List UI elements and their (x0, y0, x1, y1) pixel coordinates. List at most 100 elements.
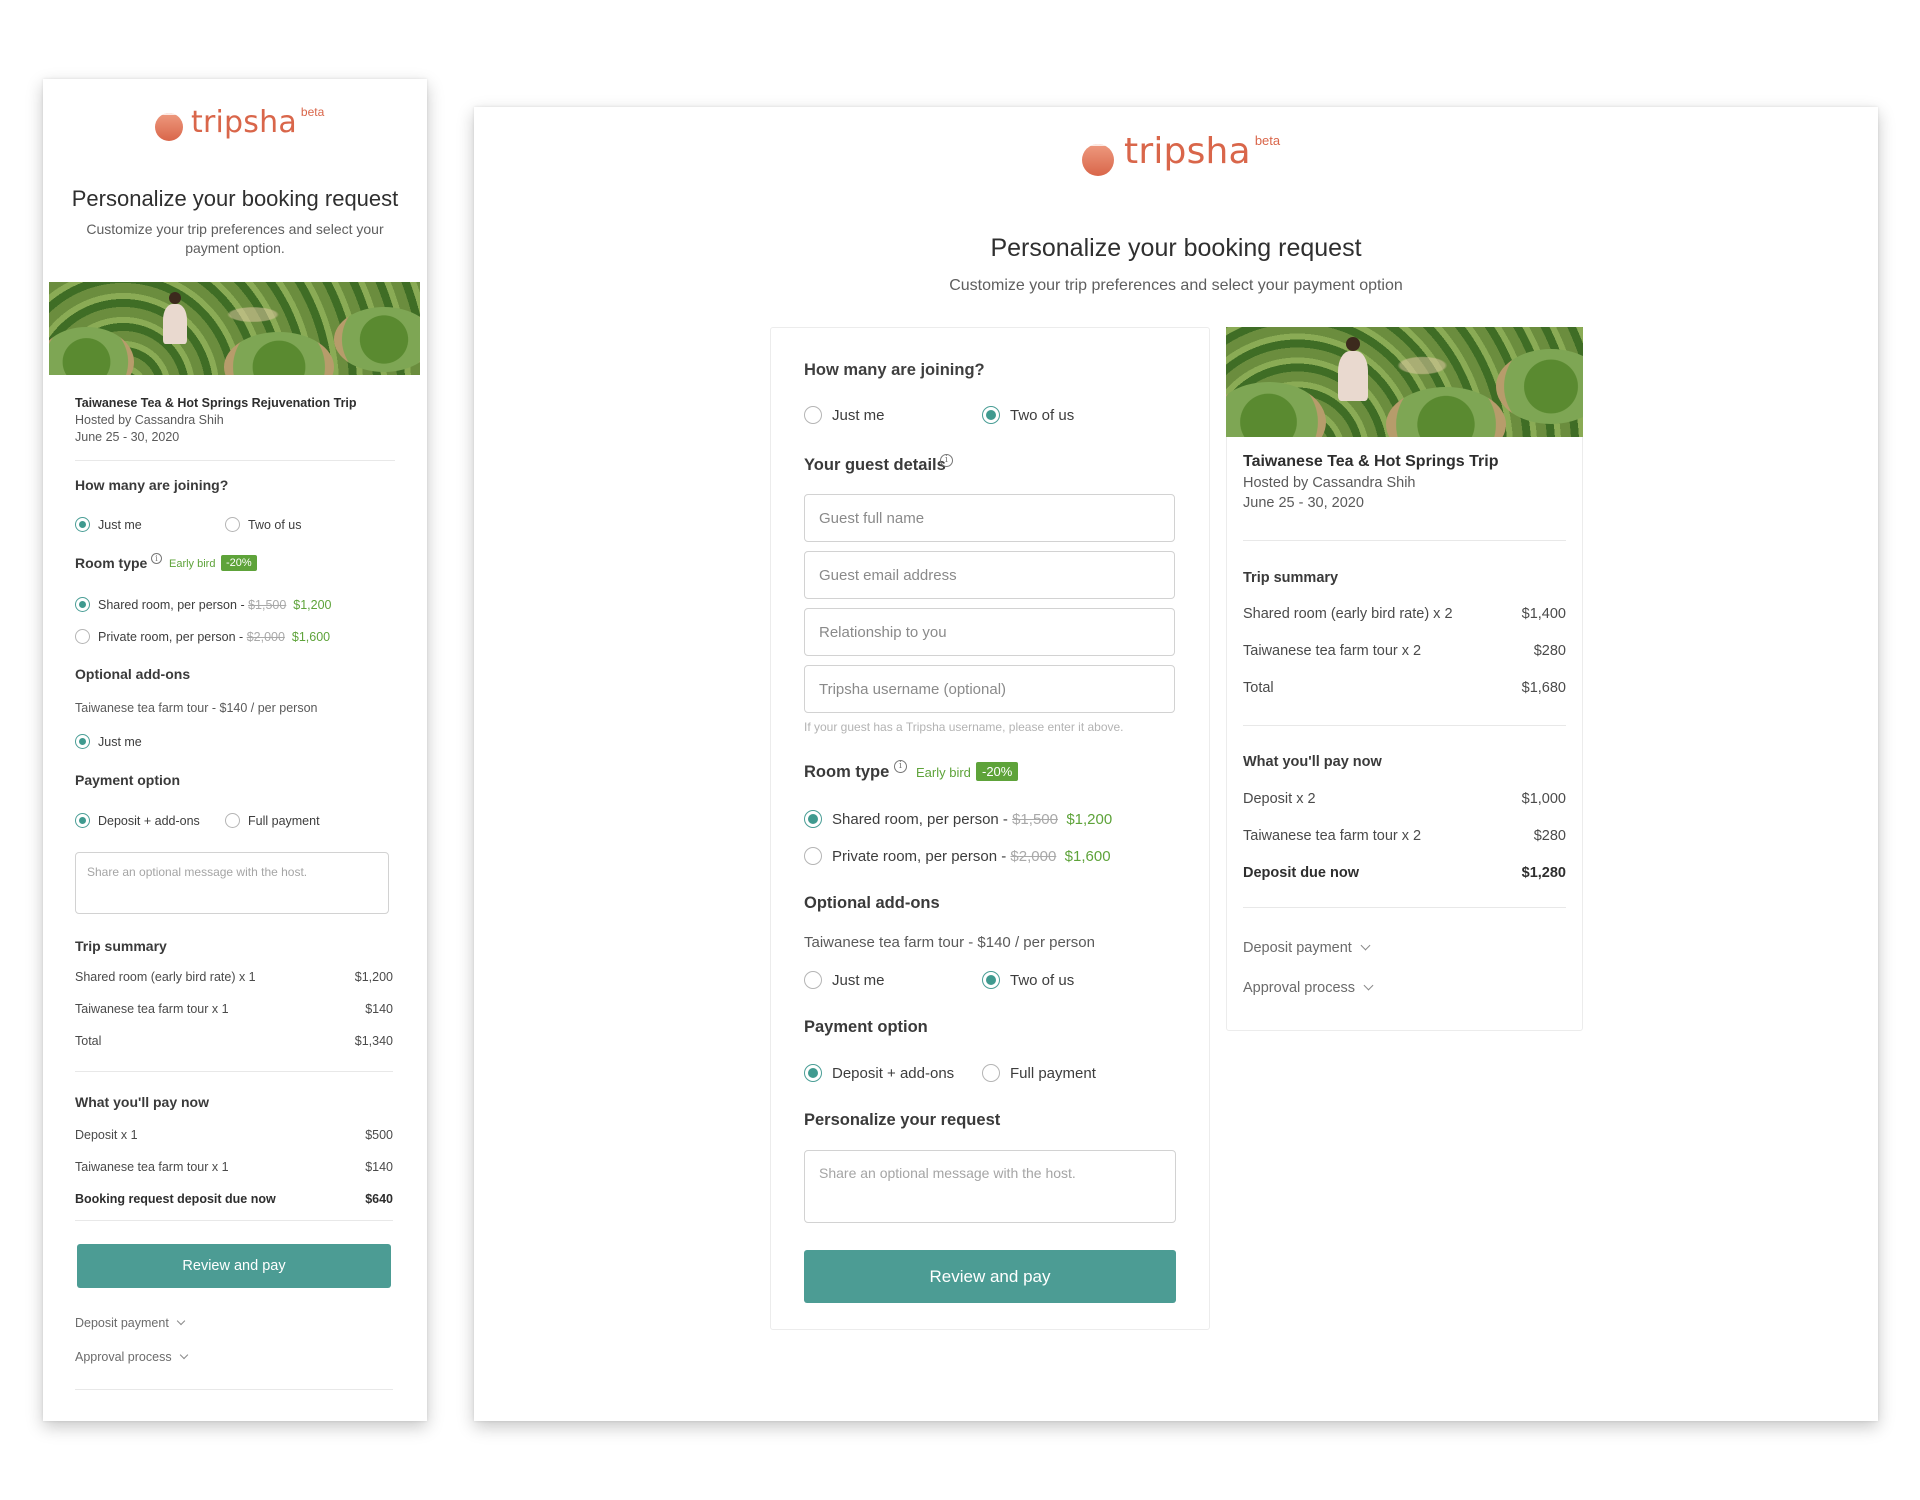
deposit-payment-disclosure[interactable]: Deposit payment (75, 1316, 186, 1330)
payment-full[interactable]: Full payment (982, 1064, 1096, 1082)
radio-button[interactable] (75, 734, 90, 749)
radio-button[interactable] (982, 1064, 1000, 1082)
info-icon[interactable]: i (894, 760, 907, 773)
discount-badge: -20% (976, 762, 1019, 781)
addons-label: Optional add-ons (804, 894, 940, 912)
early-bird-label: Early bird (169, 558, 216, 570)
tripsha-logo-icon (155, 113, 183, 141)
room-type-label: Room type (75, 555, 148, 571)
discount-badge: -20% (221, 555, 257, 571)
review-and-pay-button[interactable]: Review and pay (804, 1250, 1176, 1303)
divider (1243, 540, 1566, 541)
addons-label: Optional add-ons (75, 666, 191, 682)
room-private-option[interactable]: Private room, per person - $2,000 $1,600 (804, 847, 1111, 865)
addon-just-me[interactable]: Just me (804, 971, 885, 989)
chevron-down-icon (1360, 940, 1371, 951)
trip-name: Taiwanese Tea & Hot Springs Trip (1243, 453, 1499, 470)
joining-label: How many are joining? (75, 477, 229, 493)
radio-button[interactable] (804, 1064, 822, 1082)
addon-tour: Taiwanese tea farm tour - $140 / per per… (804, 934, 1095, 951)
trip-photo (1226, 327, 1583, 437)
radio-button[interactable] (75, 813, 90, 828)
addon-two-of-us[interactable]: Two of us (982, 971, 1074, 989)
host-message-input[interactable]: Share an optional message with the host. (804, 1150, 1176, 1223)
radio-button[interactable] (804, 971, 822, 989)
radio-button[interactable] (75, 597, 90, 612)
divider (75, 460, 395, 461)
beta-tag: beta (300, 105, 325, 119)
trip-host: Hosted by Cassandra Shih (1243, 475, 1416, 491)
joining-just-me[interactable]: Just me (75, 517, 142, 532)
room-type-label: Room type (804, 763, 890, 781)
divider (75, 1389, 393, 1390)
payment-deposit[interactable]: Deposit + add-ons (804, 1064, 954, 1082)
page-subtitle: Customize your trip preferences and sele… (86, 221, 384, 256)
info-icon[interactable]: i (151, 553, 162, 564)
pay-now-label: What you'll pay now (1243, 754, 1382, 770)
approval-process-disclosure[interactable]: Approval process (75, 1350, 188, 1364)
addon-just-me[interactable]: Just me (75, 734, 142, 749)
tripsha-logo[interactable]: tripsha beta (1082, 131, 1280, 176)
logo-wordmark: tripsha (191, 105, 297, 140)
room-shared-option[interactable]: Shared room, per person - $1,500 $1,200 (804, 810, 1112, 828)
trip-summary-label: Trip summary (75, 938, 167, 954)
radio-button[interactable] (982, 406, 1000, 424)
early-bird-label: Early bird (916, 765, 971, 780)
tripsha-logo[interactable]: tripsha beta (155, 105, 324, 141)
divider (1243, 907, 1566, 908)
pay-row: Taiwanese tea farm tour x 1 $140 (75, 1160, 393, 1174)
payment-label: Payment option (804, 1018, 928, 1036)
summary-row: Shared room (early bird rate) x 2 $1,400 (1243, 606, 1566, 622)
trip-summary-label: Trip summary (1243, 570, 1339, 586)
deposit-payment-disclosure[interactable]: Deposit payment (1243, 940, 1371, 956)
summary-row: Taiwanese tea farm tour x 2 $280 (1243, 643, 1566, 659)
radio-button[interactable] (804, 847, 822, 865)
room-private-option[interactable]: Private room, per person - $2,000 $1,600 (75, 629, 330, 644)
approval-process-disclosure[interactable]: Approval process (1243, 980, 1374, 996)
radio-button[interactable] (804, 406, 822, 424)
info-icon[interactable]: i (940, 454, 953, 467)
guest-name-input[interactable]: Guest full name (804, 494, 1175, 542)
radio-button[interactable] (804, 810, 822, 828)
joining-just-me[interactable]: Just me (804, 406, 885, 424)
joining-two-of-us[interactable]: Two of us (982, 406, 1074, 424)
logo-wordmark: tripsha (1124, 131, 1251, 172)
chevron-down-icon (176, 1316, 186, 1326)
page-subtitle: Customize your trip preferences and sele… (949, 277, 1403, 294)
pay-row: Deposit x 2 $1,000 (1243, 791, 1566, 807)
divider (75, 1071, 393, 1072)
divider (1243, 725, 1566, 726)
guest-details-label: Your guest details (804, 456, 946, 474)
guest-relationship-input[interactable]: Relationship to you (804, 608, 1175, 656)
pay-row: Taiwanese tea farm tour x 2 $280 (1243, 828, 1566, 844)
radio-button[interactable] (225, 813, 240, 828)
payment-full[interactable]: Full payment (225, 813, 320, 828)
radio-button[interactable] (75, 517, 90, 532)
review-and-pay-button[interactable]: Review and pay (77, 1244, 391, 1288)
personalize-label: Personalize your request (804, 1111, 1001, 1129)
radio-button[interactable] (225, 517, 240, 532)
trip-photo (49, 282, 420, 375)
joining-label: How many are joining? (804, 361, 985, 379)
trip-dates: June 25 - 30, 2020 (75, 430, 180, 444)
page-title: Personalize your booking request (990, 234, 1362, 262)
desktop-booking-screen: tripsha beta Personalize your booking re… (474, 107, 1878, 1421)
payment-deposit[interactable]: Deposit + add-ons (75, 813, 200, 828)
deposit-due-row: Booking request deposit due now $640 (75, 1192, 393, 1206)
deposit-due-row: Deposit due now $1,280 (1243, 865, 1566, 881)
mobile-booking-screen: tripsha beta Personalize your booking re… (43, 79, 427, 1421)
pay-now-label: What you'll pay now (75, 1094, 209, 1110)
page-title: Personalize your booking request (71, 186, 399, 211)
radio-button[interactable] (75, 629, 90, 644)
radio-button[interactable] (982, 971, 1000, 989)
summary-total-row: Total $1,340 (75, 1034, 393, 1048)
chevron-down-icon (179, 1350, 188, 1360)
beta-tag: beta (1254, 133, 1281, 148)
room-shared-option[interactable]: Shared room, per person - $1,500 $1,200 (75, 597, 332, 612)
joining-two-of-us[interactable]: Two of us (225, 517, 302, 532)
guest-email-input[interactable]: Guest email address (804, 551, 1175, 599)
summary-row: Taiwanese tea farm tour x 1 $140 (75, 1002, 393, 1016)
guest-username-input[interactable]: Tripsha username (optional) (804, 665, 1175, 713)
host-message-input[interactable]: Share an optional message with the host. (75, 852, 389, 914)
summary-total-row: Total $1,680 (1243, 680, 1566, 696)
